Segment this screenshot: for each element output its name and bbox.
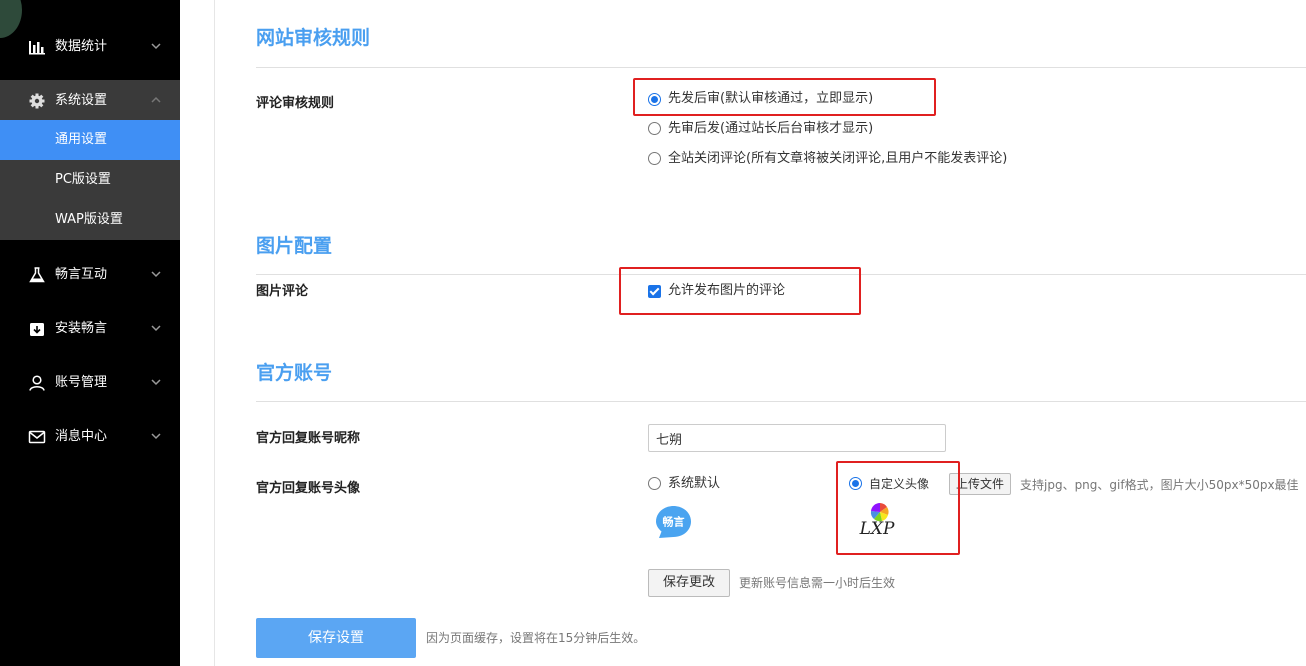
save-changes-button[interactable]: 保存更改: [648, 569, 730, 597]
section-title-official: 官方账号: [256, 362, 333, 384]
download-box-icon: [30, 323, 44, 336]
sidebar-item-label: 安装畅言: [55, 321, 108, 336]
sidebar-item-label: 畅言互动: [55, 267, 108, 282]
option-label[interactable]: 系统默认: [668, 476, 720, 492]
sidebar-item-system[interactable]: 系统设置: [0, 81, 180, 121]
field-label-nickname: 官方回复账号昵称: [256, 431, 361, 446]
upload-hint: 支持jpg、png、gif格式，图片大小50px*50px最佳: [1020, 478, 1299, 492]
sidebar-item-install[interactable]: 安装畅言: [0, 309, 180, 349]
sidebar-subitem-general[interactable]: 通用设置: [0, 120, 180, 160]
default-avatar-text: 畅言: [663, 515, 685, 529]
field-label-review-rule: 评论审核规则: [256, 96, 335, 111]
user-icon: [29, 375, 45, 391]
sidebar-item-label: 系统设置: [55, 93, 108, 108]
sidebar-item-stats[interactable]: 数据统计: [0, 27, 180, 67]
save-changes-hint: 更新账号信息需一小时后生效: [739, 576, 896, 590]
save-settings-hint: 因为页面缓存，设置将在15分钟后生效。: [426, 631, 646, 645]
highlight-box: [836, 461, 960, 555]
sidebar-subitem-wap[interactable]: WAP版设置: [0, 200, 180, 240]
save-settings-button[interactable]: 保存设置: [256, 618, 416, 658]
highlight-box: [619, 267, 861, 315]
divider: [256, 401, 1306, 402]
radio-review-then-post[interactable]: [648, 122, 661, 135]
option-label[interactable]: 先审后发(通过站长后台审核才显示): [668, 121, 873, 137]
sidebar-subitem-label: PC版设置: [55, 172, 111, 187]
chevron-down-icon: [151, 433, 161, 440]
flask-icon: [29, 267, 45, 283]
sidebar-item-label: 账号管理: [55, 375, 108, 390]
main-content: 网站审核规则 评论审核规则 先发后审(默认审核通过，立即显示) 先审后发(通过站…: [214, 0, 1306, 666]
sidebar: 数据统计 系统设置 通用设置 PC版设置 WAP版设置 畅言互动 安装畅言 账号…: [0, 0, 180, 666]
divider: [256, 67, 1306, 68]
chevron-down-icon: [151, 379, 161, 386]
gear-icon: [29, 93, 45, 109]
section-title-review: 网站审核规则: [256, 27, 371, 49]
highlight-box: [633, 78, 936, 116]
field-label-avatar: 官方回复账号头像: [256, 481, 361, 496]
mail-icon: [28, 430, 46, 444]
chevron-down-icon: [151, 43, 161, 50]
radio-default-avatar[interactable]: [648, 477, 661, 490]
sidebar-subitem-pc[interactable]: PC版设置: [0, 160, 180, 200]
sidebar-item-interaction[interactable]: 畅言互动: [0, 255, 180, 295]
sidebar-subitem-label: WAP版设置: [55, 212, 123, 227]
chevron-down-icon: [151, 325, 161, 332]
option-label[interactable]: 全站关闭评论(所有文章将被关闭评论,且用户不能发表评论): [668, 151, 1007, 167]
bar-chart-icon: [29, 41, 45, 55]
chevron-up-icon: [151, 96, 161, 103]
sidebar-item-account[interactable]: 账号管理: [0, 363, 180, 403]
section-title-image: 图片配置: [256, 235, 333, 257]
chevron-down-icon: [151, 271, 161, 278]
nickname-input[interactable]: [648, 424, 946, 452]
sidebar-item-label: 消息中心: [55, 429, 108, 444]
field-label-image-comment: 图片评论: [256, 284, 309, 299]
default-avatar-image: 畅言: [656, 506, 691, 538]
radio-close-comments[interactable]: [648, 152, 661, 165]
sidebar-subitem-label: 通用设置: [55, 132, 108, 147]
sidebar-item-label: 数据统计: [55, 39, 108, 54]
sidebar-item-messages[interactable]: 消息中心: [0, 417, 180, 457]
